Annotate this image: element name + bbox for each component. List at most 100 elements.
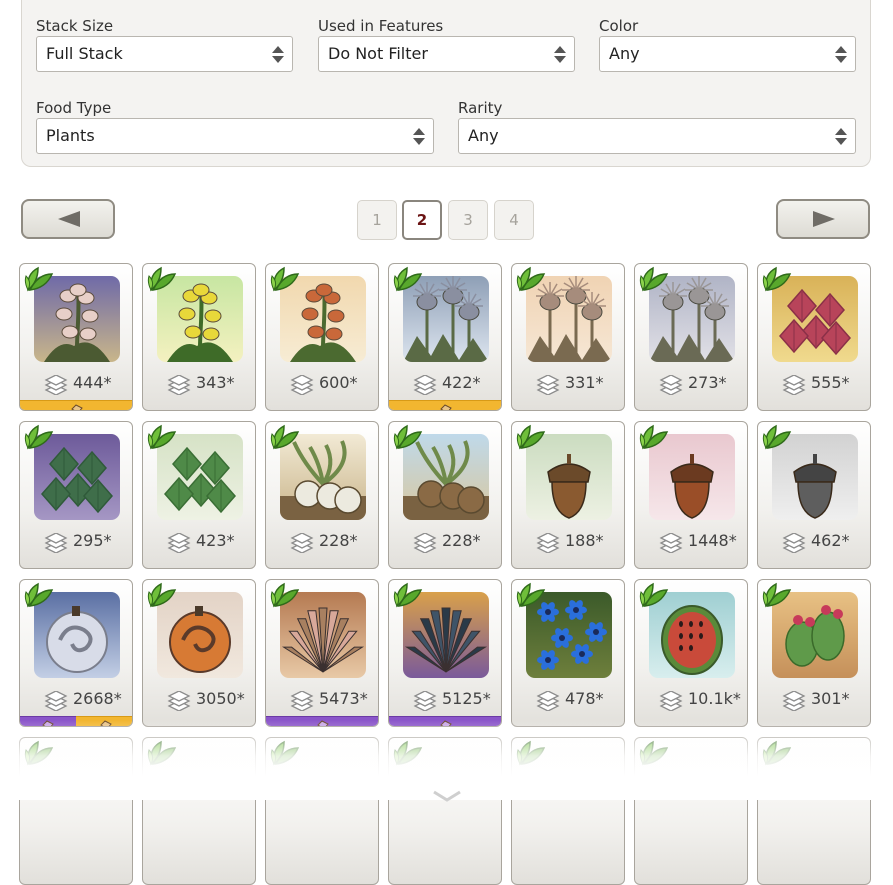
item-count: 301* <box>758 688 870 712</box>
item-tile[interactable]: 423* <box>142 421 256 569</box>
item-tile[interactable]: 5473* <box>265 579 379 727</box>
item-count: 444* <box>20 372 132 396</box>
item-count: 422* <box>389 372 501 396</box>
stack-layers-icon <box>290 374 314 399</box>
color-value: Any <box>609 44 640 63</box>
stack-layers-icon <box>659 532 683 557</box>
item-tile[interactable]: 188* <box>511 421 625 569</box>
stack-layers-icon <box>44 532 68 557</box>
item-count-value: 462* <box>811 531 850 550</box>
stack-layers-icon <box>44 690 68 715</box>
stack-size-value: Full Stack <box>46 44 123 63</box>
item-count: 600* <box>266 372 378 396</box>
green-leaf-icon <box>270 582 300 612</box>
green-leaf-icon <box>639 582 669 612</box>
item-count-value: 5125* <box>442 689 491 708</box>
item-count-value: 188* <box>565 531 604 550</box>
green-leaf-icon <box>147 266 177 296</box>
item-tile[interactable]: 331* <box>511 263 625 411</box>
item-tile[interactable]: 462* <box>757 421 871 569</box>
stack-layers-icon <box>659 374 683 399</box>
page-button-4[interactable]: 4 <box>494 200 534 240</box>
rarity-value: Any <box>468 126 499 145</box>
item-tile[interactable]: 600* <box>265 263 379 411</box>
used-in-features-select[interactable]: Do Not Filter <box>318 36 575 72</box>
item-count-value: 295* <box>73 531 112 550</box>
stack-layers-icon <box>167 690 191 715</box>
item-tile[interactable]: 2668* <box>19 579 133 727</box>
food-type-select[interactable]: Plants <box>36 118 434 154</box>
green-leaf-icon <box>393 266 423 296</box>
food-type-label: Food Type <box>36 99 112 117</box>
left-triangle-icon <box>58 211 80 227</box>
green-leaf-icon <box>762 266 792 296</box>
item-tile[interactable]: 295* <box>19 421 133 569</box>
item-count: 10.1k* <box>635 688 747 712</box>
rarity-select[interactable]: Any <box>458 118 856 154</box>
page-button-2-current[interactable]: 2 <box>402 200 442 240</box>
item-tile[interactable]: 301* <box>757 579 871 727</box>
green-leaf-icon <box>393 582 423 612</box>
green-leaf-icon <box>270 266 300 296</box>
select-arrows-icon <box>413 128 425 146</box>
green-leaf-icon <box>393 424 423 454</box>
green-leaf-icon <box>516 582 546 612</box>
item-count-value: 478* <box>565 689 604 708</box>
select-arrows-icon <box>835 46 847 64</box>
select-arrows-icon <box>835 128 847 146</box>
stack-layers-icon <box>536 532 560 557</box>
page-button-1[interactable]: 1 <box>357 200 397 240</box>
item-tile[interactable]: 273* <box>634 263 748 411</box>
item-count-value: 1448* <box>688 531 737 550</box>
item-tile[interactable]: 3050* <box>142 579 256 727</box>
stack-layers-icon <box>290 532 314 557</box>
item-tile[interactable]: 444* <box>19 263 133 411</box>
item-count: 5473* <box>266 688 378 712</box>
chevron-down-icon[interactable] <box>432 790 462 802</box>
item-tile[interactable]: 343* <box>142 263 256 411</box>
item-tile[interactable]: 555* <box>757 263 871 411</box>
item-count-value: 228* <box>442 531 481 550</box>
filter-panel: Stack Size Full Stack Used in Features D… <box>21 0 871 167</box>
stack-size-label: Stack Size <box>36 17 114 35</box>
stack-layers-icon <box>782 690 806 715</box>
item-tile[interactable]: 228* <box>388 421 502 569</box>
stack-layers-icon <box>290 690 314 715</box>
item-tile[interactable]: 228* <box>265 421 379 569</box>
item-tile[interactable]: 5125* <box>388 579 502 727</box>
stack-layers-icon <box>44 374 68 399</box>
item-count: 228* <box>389 530 501 554</box>
item-count: 295* <box>20 530 132 554</box>
item-count: 343* <box>143 372 255 396</box>
item-tile[interactable]: 1448* <box>634 421 748 569</box>
item-count-value: 10.1k* <box>688 689 741 708</box>
used-in-features-label: Used in Features <box>318 17 444 35</box>
stack-layers-icon <box>782 374 806 399</box>
green-leaf-icon <box>762 424 792 454</box>
page-button-3[interactable]: 3 <box>448 200 488 240</box>
used-in-features-value: Do Not Filter <box>328 44 428 63</box>
item-count-value: 331* <box>565 373 604 392</box>
stack-size-select[interactable]: Full Stack <box>36 36 293 72</box>
next-page-button[interactable] <box>776 199 870 239</box>
item-count: 5125* <box>389 688 501 712</box>
item-count: 555* <box>758 372 870 396</box>
green-leaf-icon <box>147 582 177 612</box>
item-tile[interactable]: 478* <box>511 579 625 727</box>
color-select[interactable]: Any <box>599 36 856 72</box>
item-count-value: 5473* <box>319 689 368 708</box>
item-tile[interactable]: 422* <box>388 263 502 411</box>
item-count: 228* <box>266 530 378 554</box>
select-arrows-icon <box>554 46 566 64</box>
previous-page-button[interactable] <box>21 199 115 239</box>
green-leaf-icon <box>24 424 54 454</box>
item-count: 462* <box>758 530 870 554</box>
item-count: 423* <box>143 530 255 554</box>
stack-layers-icon <box>536 374 560 399</box>
stack-layers-icon <box>536 690 560 715</box>
item-count: 1448* <box>635 530 747 554</box>
item-tile[interactable]: 10.1k* <box>634 579 748 727</box>
color-label: Color <box>599 17 639 35</box>
stack-layers-icon <box>782 532 806 557</box>
item-count: 2668* <box>20 688 132 712</box>
